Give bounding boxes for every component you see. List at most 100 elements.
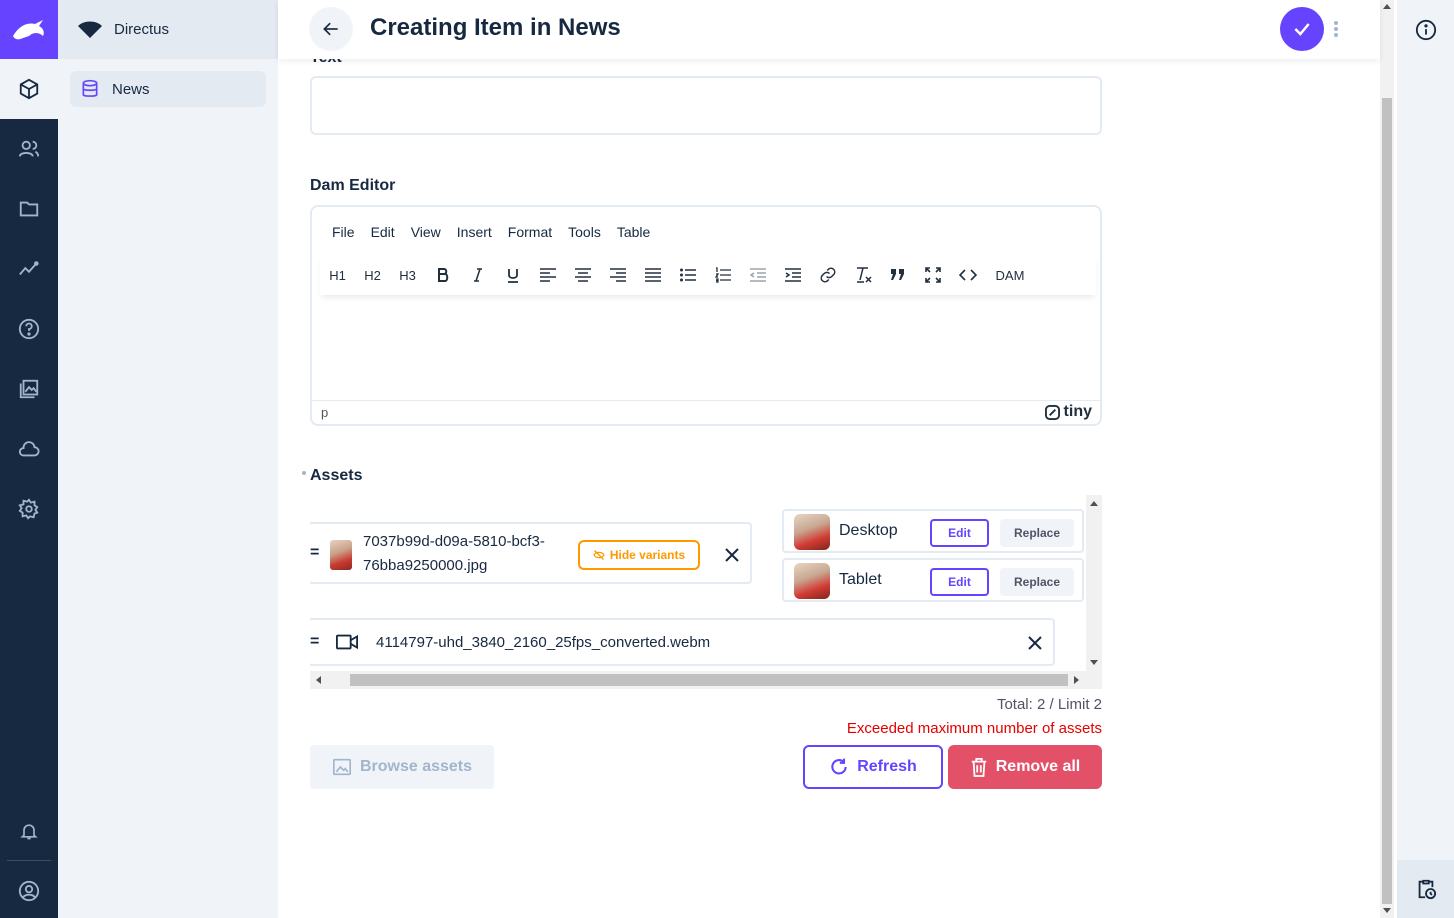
asset-item[interactable]: = 7037b99d-d09a-5810-bcf3- 76bba9250000.… [310, 522, 752, 584]
directus-logo[interactable] [0, 0, 58, 59]
tiny-brand-text: tiny [1063, 403, 1092, 420]
arrow-left-icon [323, 22, 338, 36]
assets-vertical-scrollbar[interactable] [1086, 495, 1102, 671]
dam-editor: File Edit View Insert Format Tools Table… [310, 205, 1102, 426]
user-avatar-icon[interactable] [0, 861, 58, 918]
nav-item-label: News [112, 80, 150, 98]
help-module-icon[interactable] [0, 299, 58, 359]
hide-variants-button[interactable]: Hide variants [578, 540, 700, 570]
clear-formatting-icon[interactable] [845, 260, 880, 290]
align-justify-icon[interactable] [635, 260, 670, 290]
scrollbar-thumb[interactable] [350, 674, 1068, 686]
files-module-icon[interactable] [0, 179, 58, 239]
variant-row-desktop: Desktop Edit Replace [782, 509, 1084, 553]
video-file-icon [336, 634, 358, 650]
remove-asset-close-icon[interactable] [722, 545, 742, 565]
menu-tools[interactable]: Tools [568, 224, 601, 240]
assets-list: = 7037b99d-d09a-5810-bcf3- 76bba9250000.… [310, 495, 1102, 689]
dam-editor-label: Dam Editor [310, 177, 396, 194]
gallery-module-icon[interactable] [0, 359, 58, 419]
browse-assets-button[interactable]: Browse assets [310, 745, 494, 789]
cloud-module-icon[interactable] [0, 419, 58, 479]
editor-statusbar: p tiny [312, 400, 1100, 424]
fullscreen-icon[interactable] [915, 260, 950, 290]
tiny-branding[interactable]: tiny [1044, 403, 1092, 421]
back-button[interactable] [309, 7, 353, 51]
menu-file[interactable]: File [332, 224, 355, 240]
info-icon[interactable] [1397, 0, 1454, 59]
remove-all-button[interactable]: Remove all [948, 745, 1102, 789]
remove-all-label: Remove all [995, 758, 1081, 775]
variant-edit-button[interactable]: Edit [930, 519, 989, 547]
asset-item[interactable]: = 4114797-uhd_3840_2160_25fps_converted.… [310, 618, 1055, 666]
numbered-list-icon[interactable] [705, 260, 740, 290]
more-vertical-icon [1334, 21, 1338, 37]
drag-handle-icon[interactable]: = [310, 544, 319, 562]
asset-filename: 4114797-uhd_3840_2160_25fps_converted.we… [376, 634, 711, 651]
check-icon [1294, 23, 1310, 36]
align-center-icon[interactable] [565, 260, 600, 290]
info-sidebar [1397, 0, 1454, 918]
insights-module-icon[interactable] [0, 239, 58, 299]
blockquote-icon[interactable] [880, 260, 915, 290]
heading-3-button[interactable]: H3 [390, 260, 425, 290]
settings-module-icon[interactable] [0, 479, 58, 539]
link-icon[interactable] [810, 260, 845, 290]
scroll-down-arrow-icon[interactable] [1090, 660, 1098, 665]
notifications-bell-icon[interactable] [0, 801, 58, 861]
text-input[interactable] [310, 76, 1102, 135]
italic-icon[interactable] [460, 260, 495, 290]
browse-assets-label: Browse assets [359, 758, 473, 775]
page-vertical-scrollbar[interactable] [1380, 0, 1394, 918]
users-module-icon[interactable] [0, 119, 58, 179]
asset-filename-line2: 76bba9250000.jpg [363, 557, 488, 574]
nav-item-news[interactable]: News [70, 71, 266, 107]
image-icon [332, 758, 351, 776]
indent-icon[interactable] [775, 260, 810, 290]
outdent-icon[interactable] [740, 260, 775, 290]
project-header[interactable]: Directus [58, 0, 278, 59]
underline-icon[interactable] [495, 260, 530, 290]
variant-replace-button[interactable]: Replace [1000, 568, 1074, 596]
bold-icon[interactable] [425, 260, 460, 290]
source-code-icon[interactable] [950, 260, 985, 290]
menu-format[interactable]: Format [508, 224, 552, 240]
menu-edit[interactable]: Edit [371, 224, 395, 240]
element-path[interactable]: p [321, 405, 328, 420]
editor-toolbar: H1 H2 H3 DAM [320, 255, 1096, 295]
align-left-icon[interactable] [530, 260, 565, 290]
refresh-button[interactable]: Refresh [803, 745, 943, 789]
align-right-icon[interactable] [600, 260, 635, 290]
page-header: Creating Item in News [278, 0, 1380, 59]
scroll-up-arrow-icon[interactable] [1090, 501, 1098, 506]
content-module-icon[interactable] [0, 59, 58, 119]
save-button[interactable] [1280, 7, 1324, 51]
eye-off-icon [593, 550, 605, 560]
drag-handle-icon[interactable]: = [310, 633, 319, 651]
editor-content-area[interactable] [312, 297, 1100, 400]
variant-name: Desktop [839, 522, 898, 539]
remove-asset-close-icon[interactable] [1025, 633, 1045, 653]
heading-2-button[interactable]: H2 [355, 260, 390, 290]
variant-edit-button[interactable]: Edit [930, 568, 989, 596]
menu-view[interactable]: View [411, 224, 441, 240]
menu-table[interactable]: Table [617, 224, 650, 240]
project-name: Directus [114, 21, 170, 38]
trash-icon [971, 758, 986, 777]
scroll-left-arrow-icon[interactable] [316, 676, 321, 684]
tiny-logo-icon [1044, 404, 1060, 420]
navigation-sidebar: Directus News [58, 0, 278, 918]
scrollbar-thumb[interactable] [1382, 98, 1392, 904]
variant-replace-button[interactable]: Replace [1000, 519, 1074, 547]
scroll-up-arrow-icon[interactable] [1383, 4, 1391, 9]
assets-horizontal-scrollbar[interactable] [310, 671, 1102, 689]
assets-label: Assets [310, 467, 363, 484]
dam-button[interactable]: DAM [985, 260, 1035, 290]
bullet-list-icon[interactable] [670, 260, 705, 290]
scroll-down-arrow-icon[interactable] [1383, 908, 1391, 913]
clipboard-clock-icon[interactable] [1397, 860, 1454, 918]
more-options-button[interactable] [1328, 17, 1344, 41]
scroll-right-arrow-icon[interactable] [1074, 676, 1079, 684]
heading-1-button[interactable]: H1 [320, 260, 355, 290]
menu-insert[interactable]: Insert [457, 224, 492, 240]
